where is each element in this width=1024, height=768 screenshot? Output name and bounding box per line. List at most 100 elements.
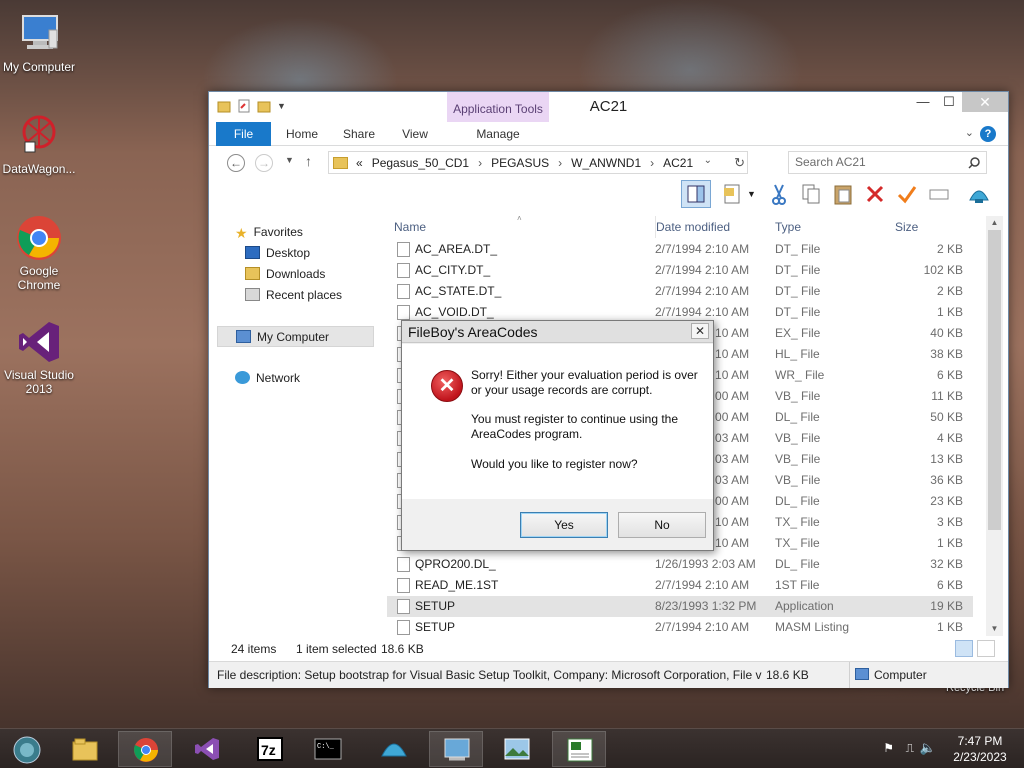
breadcrumb-item[interactable]: PEGASUS (491, 156, 549, 170)
back-icon[interactable]: ← (227, 154, 245, 172)
file-type: TX_ File (775, 536, 820, 550)
image-viewer-icon (503, 736, 531, 762)
file-type: WR_ File (775, 368, 825, 382)
network-status-icon[interactable]: ⎍ (906, 741, 914, 756)
taskbar-image-viewer[interactable] (490, 731, 544, 767)
dialog-body: ✕ Sorry! Either your evaluation period i… (402, 344, 713, 499)
tab-view[interactable]: View (396, 122, 434, 146)
file-row[interactable]: QPRO200.DL_ 1/26/1993 2:03 AM DL_ File 32 K… (387, 554, 973, 575)
column-header-size[interactable]: Size (895, 216, 918, 238)
nav-item-downloads[interactable]: Downloads (245, 264, 325, 285)
recent-locations-chevron-icon[interactable]: ▼ (285, 155, 294, 165)
nav-item-recent-places[interactable]: Recent places (245, 285, 342, 306)
network-icon (235, 371, 250, 384)
details-view-icon[interactable] (955, 640, 973, 657)
file-size: 2 KB (936, 242, 963, 256)
start-button[interactable] (0, 731, 56, 767)
no-button[interactable]: No (618, 512, 706, 538)
details-bar: File description: Setup bootstrap for Vi… (209, 661, 1008, 688)
dialog-title: FileBoy's AreaCodes (408, 324, 538, 340)
nav-item-network[interactable]: Network (235, 368, 300, 389)
tab-manage[interactable]: Manage (447, 122, 549, 146)
taskbar-vcdice[interactable] (429, 731, 483, 767)
desktop-icon-visual-studio[interactable]: Visual Studio 2013 (0, 318, 78, 396)
copy-icon[interactable] (799, 182, 823, 206)
large-icons-view-icon[interactable] (977, 640, 995, 657)
file-row[interactable]: AC_AREA.DT_ 2/7/1994 2:10 AM DT_ File 2 KB (387, 239, 973, 260)
breadcrumb-item[interactable]: Pegasus_50_CD1 (372, 156, 469, 170)
chevron-down-icon[interactable]: ⌄ (965, 126, 974, 139)
chrome-icon (132, 737, 160, 763)
dialog-title-bar[interactable]: FileBoy's AreaCodes ✕ (402, 321, 713, 343)
help-icon[interactable]: ? (980, 126, 996, 142)
taskbar-areacodes[interactable] (552, 731, 606, 767)
action-center-flag-icon[interactable]: ⚑ (883, 741, 894, 755)
taskbar-shell[interactable] (367, 731, 421, 767)
paste-icon[interactable] (831, 182, 855, 206)
desktop-icon-datawagon[interactable]: DataWagon... (0, 112, 78, 176)
delete-icon[interactable] (863, 182, 887, 206)
forward-icon[interactable]: → (255, 154, 273, 172)
tab-file[interactable]: File (216, 122, 271, 146)
tab-share[interactable]: Share (339, 122, 379, 146)
breadcrumb-separator-icon[interactable]: › (650, 156, 654, 170)
scrollbar-thumb[interactable] (988, 230, 1001, 530)
column-header-type[interactable]: Type (775, 216, 801, 238)
taskbar-visual-studio[interactable] (180, 731, 234, 767)
dropdown-arrow-icon[interactable]: ▼ (747, 182, 757, 206)
properties-icon[interactable] (721, 182, 745, 206)
yes-button[interactable]: Yes (520, 512, 608, 538)
computer-icon (15, 10, 63, 58)
close-icon[interactable]: ✕ (962, 92, 1008, 112)
desktop-icon-my-computer[interactable]: My Computer (0, 10, 78, 74)
address-bar[interactable]: « Pegasus_50_CD1 › PEGASUS › W_ANWND1 › … (328, 151, 748, 174)
file-row[interactable]: AC_STATE.DT_ 2/7/1994 2:10 AM DT_ File 2 KB (387, 281, 973, 302)
preview-pane-icon[interactable] (681, 180, 711, 208)
vertical-scrollbar[interactable]: ▲ ▼ (986, 216, 1003, 636)
nav-item-desktop[interactable]: Desktop (245, 243, 310, 264)
clock[interactable]: 7:47 PM 2/23/2023 (950, 733, 1010, 765)
checkmark-icon[interactable] (895, 182, 919, 206)
taskbar-chrome[interactable] (118, 731, 172, 767)
shell-icon[interactable] (967, 182, 991, 206)
breadcrumb-separator-icon[interactable]: › (558, 156, 562, 170)
dialog-close-button[interactable]: ✕ (691, 323, 709, 339)
desktop-icon-google-chrome[interactable]: Google Chrome (0, 214, 78, 292)
taskbar-file-explorer[interactable] (58, 731, 112, 767)
file-row[interactable]: SETUP 2/7/1994 2:10 AM MASM Listing 1 KB (387, 617, 973, 636)
file-size: 40 KB (930, 326, 963, 340)
taskbar-command-prompt[interactable]: C:\_ (301, 731, 355, 767)
minimize-icon[interactable]: — (910, 92, 936, 112)
address-dropdown-icon[interactable]: ⌄ (704, 155, 712, 166)
search-input[interactable]: Search AC21 (788, 151, 987, 174)
7zip-icon: 7z (256, 736, 284, 762)
file-row[interactable]: READ_ME.1ST 2/7/1994 2:10 AM 1ST File 6 KB (387, 575, 973, 596)
file-size: 4 KB (936, 431, 963, 445)
column-header-date[interactable]: Date modified (655, 216, 730, 238)
title-bar[interactable]: ▼ Application Tools AC21 — ☐ ✕ (209, 92, 1008, 122)
nav-label: Desktop (266, 246, 311, 260)
breadcrumb-separator-icon[interactable]: › (478, 156, 482, 170)
chrome-icon (15, 214, 63, 262)
taskbar-7zip[interactable]: 7z (243, 731, 297, 767)
scroll-down-icon[interactable]: ▼ (986, 622, 1003, 636)
nav-item-favorites[interactable]: ★ Favorites (235, 222, 303, 243)
scroll-up-icon[interactable]: ▲ (986, 216, 1003, 230)
rename-icon[interactable] (927, 182, 951, 206)
recent-places-icon (245, 288, 260, 301)
file-row[interactable]: SETUP 8/23/1993 1:32 PM Application 19 KB (387, 596, 973, 617)
breadcrumb-item[interactable]: W_ANWND1 (571, 156, 641, 170)
maximize-icon[interactable]: ☐ (936, 92, 962, 112)
refresh-icon[interactable]: ↻ (734, 155, 745, 171)
tab-home[interactable]: Home (279, 122, 325, 146)
cut-icon[interactable] (767, 182, 791, 206)
up-arrow-icon[interactable]: ↑ (305, 153, 312, 169)
breadcrumb-overflow[interactable]: « (356, 156, 363, 170)
file-explorer-icon (71, 736, 99, 762)
breadcrumb-item[interactable]: AC21 (663, 156, 693, 170)
volume-icon[interactable]: 🔈 (920, 740, 936, 756)
nav-item-my-computer[interactable]: My Computer (217, 326, 374, 347)
search-icon[interactable] (968, 155, 980, 169)
column-header-name[interactable]: Name (394, 216, 426, 238)
file-row[interactable]: AC_CITY.DT_ 2/7/1994 2:10 AM DT_ File 102 K… (387, 260, 973, 281)
